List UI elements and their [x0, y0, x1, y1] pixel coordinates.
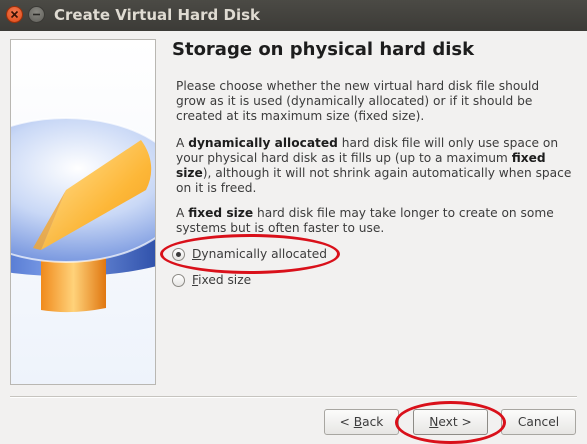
dialog-window: Create Virtual Hard Disk Storage on phys… — [0, 0, 587, 444]
back-button[interactable]: < Back — [324, 409, 399, 435]
text-span: ), although it will not shrink again aut… — [176, 166, 572, 195]
bold-term-dynamic: dynamically allocated — [188, 136, 338, 150]
wizard-side-image — [10, 39, 156, 385]
radio-button-unchecked[interactable] — [172, 273, 185, 287]
bold-term-fixed: fixed size — [188, 206, 254, 220]
mnemonic-letter: N — [429, 415, 439, 429]
button-separator — [10, 396, 577, 398]
page-title: Storage on physical hard disk — [172, 39, 475, 60]
cancel-button[interactable]: Cancel — [501, 409, 576, 435]
radio-label-fixed-size[interactable]: Fixed size — [192, 273, 251, 287]
close-icon — [10, 10, 19, 19]
dynamic-description-paragraph: A dynamically allocated hard disk file w… — [176, 136, 572, 196]
label-rest: ixed size — [198, 273, 252, 287]
text-span: A — [176, 136, 189, 150]
label-rest: ynamically allocated — [201, 247, 327, 261]
mnemonic-letter: D — [192, 247, 202, 261]
back-label-rest: ack — [362, 415, 384, 429]
fixed-description-paragraph: A fixed size hard disk file may take lon… — [176, 206, 572, 236]
intro-paragraph: Please choose whether the new virtual ha… — [176, 79, 540, 123]
back-prefix: < — [339, 415, 354, 429]
minimize-icon — [33, 13, 40, 16]
window-title: Create Virtual Hard Disk — [54, 6, 261, 24]
radio-dynamically-allocated[interactable]: Dynamically allocated — [172, 245, 327, 263]
next-button[interactable]: Next > — [413, 409, 488, 435]
text-span: A — [176, 206, 189, 220]
next-label-rest: ext > — [438, 415, 472, 429]
radio-button-checked[interactable] — [172, 247, 185, 261]
minimize-button[interactable] — [28, 6, 45, 23]
close-button[interactable] — [6, 6, 23, 23]
hard-disk-illustration-icon — [11, 117, 155, 313]
radio-fixed-size[interactable]: Fixed size — [172, 271, 251, 289]
titlebar[interactable]: Create Virtual Hard Disk — [0, 0, 587, 31]
radio-label-dynamically-allocated[interactable]: Dynamically allocated — [192, 247, 327, 261]
mnemonic-letter: B — [353, 415, 363, 429]
